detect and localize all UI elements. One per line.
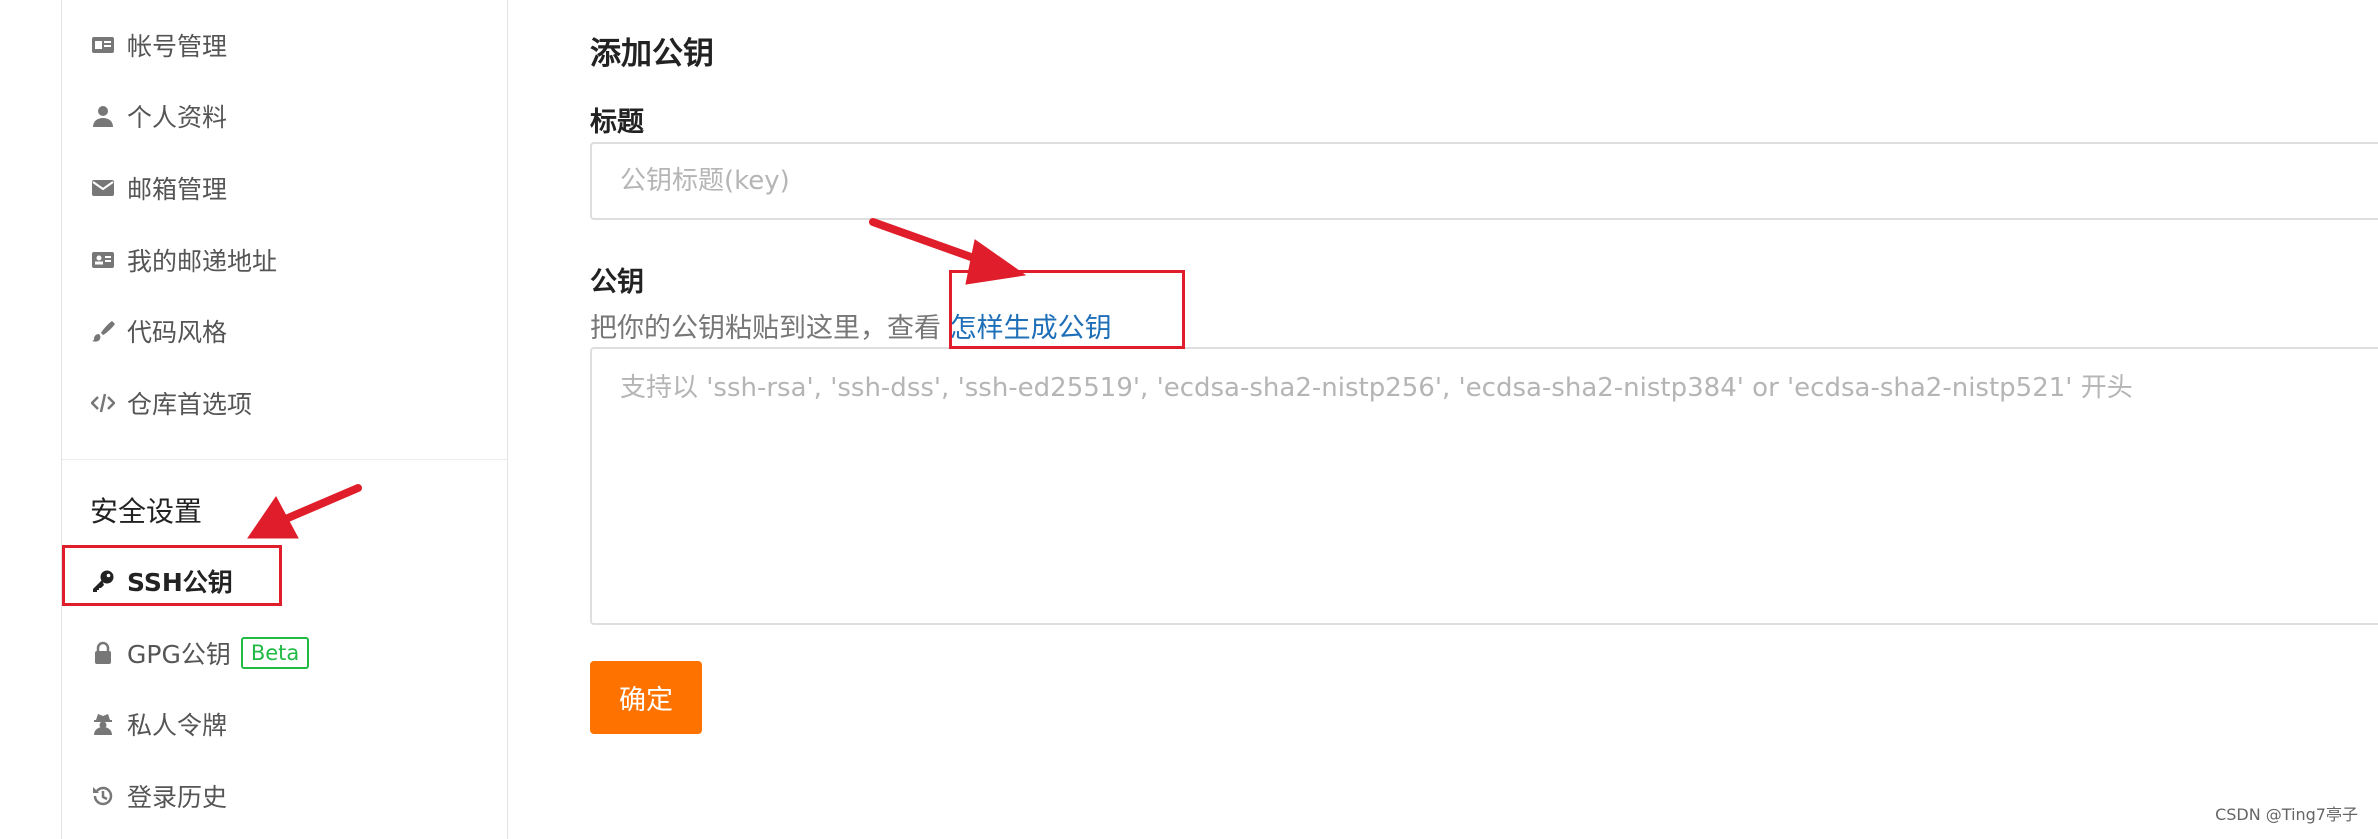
watermark: CSDN @Ting7亭子 [2215, 805, 2358, 824]
arrow-to-link [869, 218, 1027, 285]
arrow-to-ssh [247, 484, 362, 539]
annotation-arrows [247, 218, 1027, 539]
